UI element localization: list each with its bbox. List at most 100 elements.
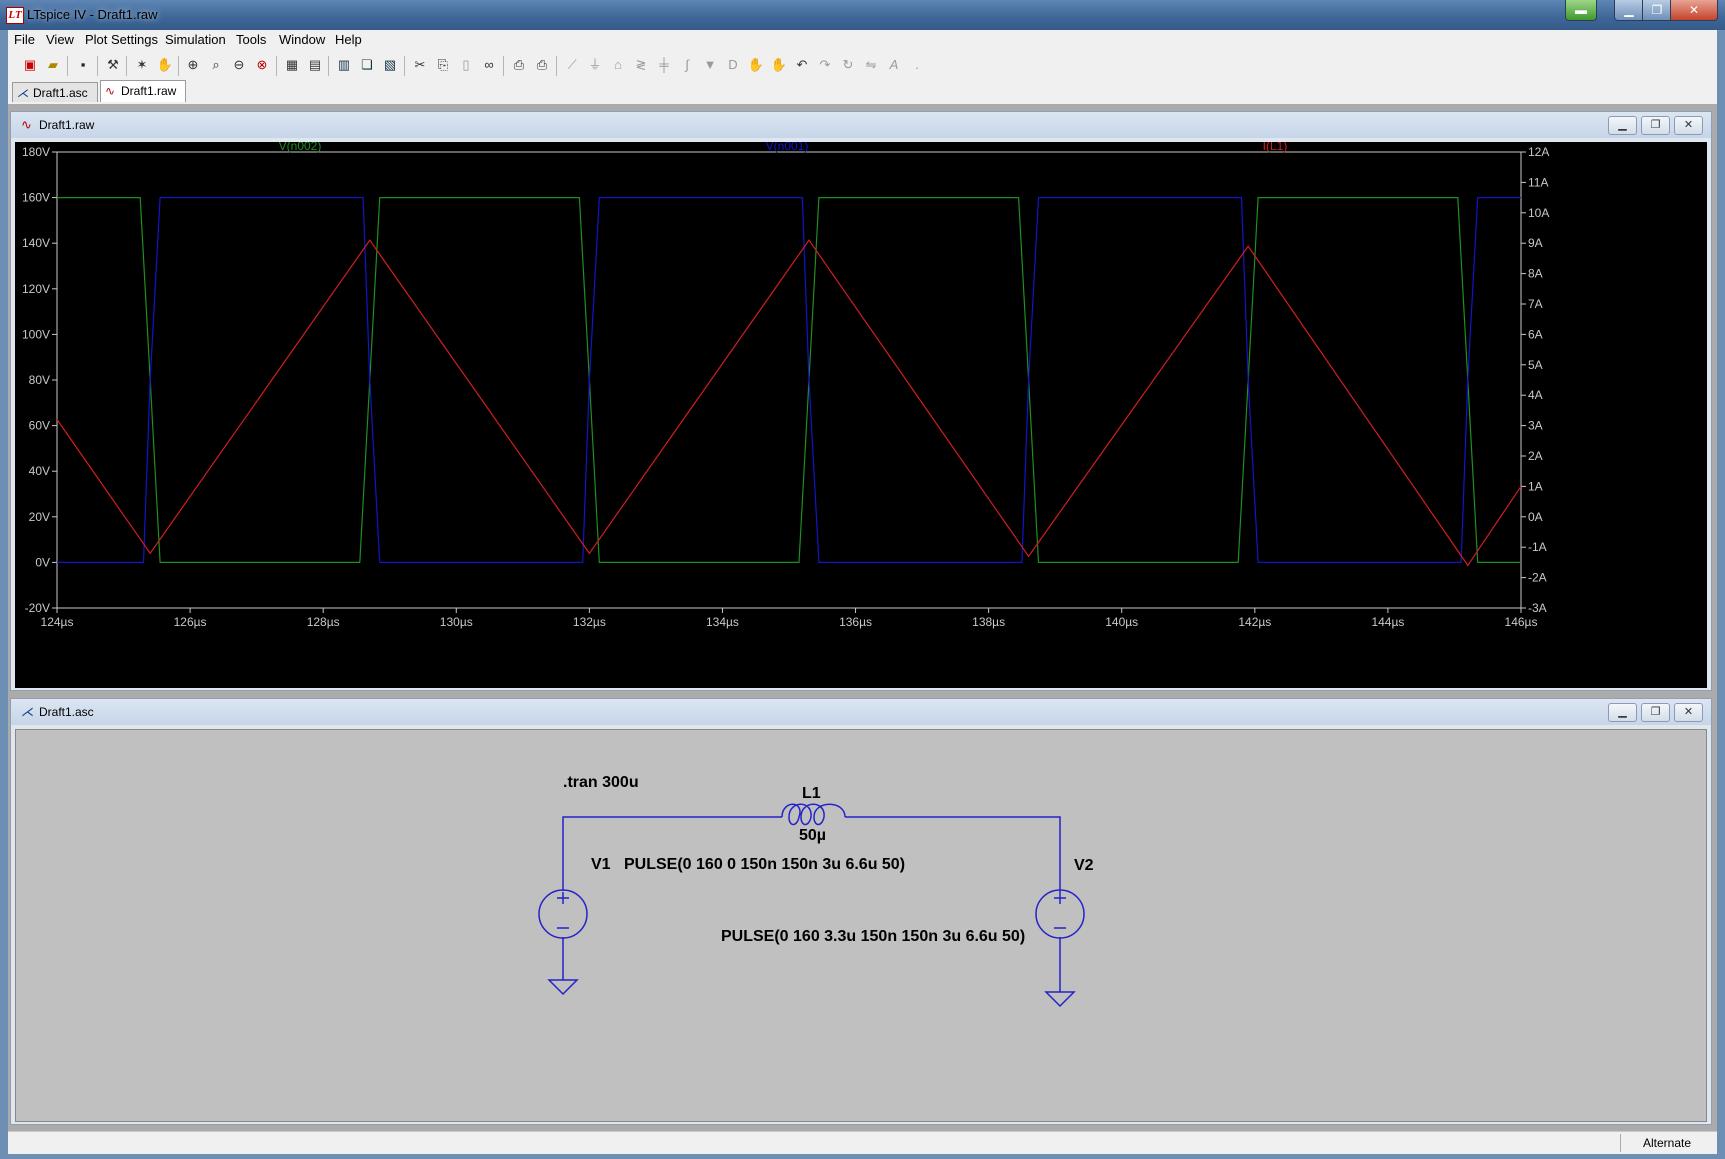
maximize-button[interactable]: ❐ [1642,0,1672,21]
minimize-icon: ▬ [1575,3,1587,17]
schematic-canvas[interactable]: .tran 300u L1 50µ V1 PULSE(0 160 0 150n … [15,729,1707,1122]
new-schematic-icon[interactable]: ▣ [21,56,39,74]
schematic-window: ⋌ Draft1.asc ▁ ❐ ✕ .tran 300u L1 50µ V1 … [10,698,1712,1125]
menu-window[interactable]: Window [279,31,325,49]
inductor-icon[interactable]: ∫ [678,56,696,74]
menu-plot-settings[interactable]: Plot Settings [85,31,158,49]
drag-icon[interactable]: ✋ [770,56,788,74]
x-tick-label: 140µs [1105,615,1138,629]
y-left-tick-label: 80V [29,373,50,387]
grid-icon[interactable]: ▤ [306,56,324,74]
y-left-tick-label: -20V [25,601,50,615]
autorange-icon[interactable]: ▦ [283,56,301,74]
schematic-drawing: .tran 300u L1 50µ V1 PULSE(0 160 0 150n … [538,774,1094,1008]
cut-icon[interactable]: ✂ [411,56,429,74]
menu-simulation[interactable]: Simulation [165,31,226,49]
minimize-button[interactable]: ▁ [1614,0,1644,21]
v1-value-label: PULSE(0 160 0 150n 150n 3u 6.6u 50) [624,856,905,873]
mirror-icon[interactable]: ⇋ [862,56,880,74]
child-restore-button[interactable]: ❐ [1641,116,1670,135]
redo-icon[interactable]: ↷ [816,56,834,74]
print-icon[interactable]: ⎙ [533,56,551,74]
y-right-tick-label: 11A [1528,175,1548,189]
tile-horizontal-icon[interactable]: ▥ [335,56,353,74]
run-icon[interactable]: ✶ [133,56,151,74]
zoom-area-icon[interactable]: ⌕ [207,56,225,74]
cascade-icon[interactable]: ❏ [358,56,376,74]
child-close-button[interactable]: ✕ [1674,703,1703,722]
x-tick-label: 134µs [706,615,739,629]
waveform-window-titlebar: ∿ Draft1.raw ▁ ❐ ✕ [11,112,1711,138]
menu-file[interactable]: File [14,31,35,49]
move-icon[interactable]: ✋ [747,56,765,74]
x-tick-label: 124µs [41,615,74,629]
child-minimize-button[interactable]: ▁ [1608,116,1637,135]
v2-ref-label: V2 [1074,857,1094,874]
title-bar: LT LTspice IV - Draft1.raw ▬ ▁ ❐ ✕ [0,0,1725,30]
waveform-window: ∿ Draft1.raw ▁ ❐ ✕ 124µs 126µs 128µs 130µs 1… [10,111,1712,691]
find-icon[interactable]: ∞ [480,56,498,74]
tab-draft1-asc[interactable]: ⋌ Draft1.asc [12,82,98,102]
waveform-plot-pane[interactable]: 124µs 126µs 128µs 130µs 132µs 134µs 136µs 138µs… [15,139,1707,688]
y-right-tick-label: -1A [1528,540,1547,554]
zoom-out-icon[interactable]: ⊖ [230,56,248,74]
y-left-tick-label: 140V [22,236,50,250]
document-tab-bar: ⋌ Draft1.asc ∿ Draft1.raw [8,80,1717,104]
waveform-icon: ∿ [105,84,116,98]
wire [562,816,782,854]
minimize-icon: ▁ [1624,3,1634,17]
capacitor-icon[interactable]: ╪ [655,56,673,74]
y-right-tick-label: 12A [1528,145,1549,159]
y-right-tick-label: 9A [1528,236,1543,250]
child-restore-button[interactable]: ❐ [1641,703,1670,722]
wire-icon[interactable]: ⟋ [563,56,581,74]
copy-icon[interactable]: ⎘ [434,56,452,74]
legend-entry: I(L1) [1263,142,1288,153]
y-left-tick-label: 180V [22,145,50,159]
y-right-tick-label: 2A [1528,449,1543,463]
menu-tools[interactable]: Tools [236,31,266,49]
inductor-value-label: 50µ [799,827,826,844]
ltspice-app-icon: LT [6,7,24,24]
series-line-vn001 [57,197,1521,563]
x-tick-label: 136µs [839,615,872,629]
close-icon: ✕ [1688,3,1700,17]
print-preview-icon[interactable]: ⎙ [510,56,528,74]
menu-help[interactable]: Help [335,31,362,49]
component-icon[interactable]: D [724,56,742,74]
child-close-button[interactable]: ✕ [1674,116,1703,135]
y-right-tick-label: 1A [1528,479,1543,493]
ground-icon[interactable]: ⏚ [586,56,604,74]
v2-value-label: PULSE(0 160 3.3u 150n 150n 3u 6.6u 50) [721,928,1025,945]
close-button[interactable]: ✕ [1670,0,1718,21]
paste-icon[interactable]: ▯ [457,56,475,74]
resistor-icon[interactable]: ≷ [632,56,650,74]
undo-icon[interactable]: ↶ [793,56,811,74]
save-icon[interactable]: ▪ [74,56,92,74]
halt-icon[interactable]: ✋ [156,56,174,74]
maximize-icon: ❐ [1651,3,1663,17]
minimize-to-tray-button[interactable]: ▬ [1565,0,1597,21]
menu-view[interactable]: View [46,31,74,49]
schematic-window-titlebar: ⋌ Draft1.asc ▁ ❐ ✕ [11,699,1711,725]
spice-directive-icon[interactable]: . [908,56,926,74]
y-left-tick-label: 100V [22,327,50,341]
label-icon[interactable]: ⌂ [609,56,627,74]
y-left-tick-label: 120V [22,282,50,296]
y-right-tick-label: 4A [1528,388,1543,402]
control-panel-icon[interactable]: ⚒ [104,56,122,74]
diode-icon[interactable]: ▼ [701,56,719,74]
zoom-full-icon[interactable]: ⊗ [253,56,271,74]
rotate-icon[interactable]: ↻ [839,56,857,74]
zoom-in-icon[interactable]: ⊕ [184,56,202,74]
tab-draft1-raw[interactable]: ∿ Draft1.raw [100,80,186,102]
child-minimize-button[interactable]: ▁ [1608,703,1637,722]
text-icon[interactable]: A [885,56,903,74]
y-left-tick-label: 0V [35,555,50,569]
y-right-tick-label: 7A [1528,297,1543,311]
open-icon[interactable]: ▰ [44,56,62,74]
tile-vertical-icon[interactable]: ▧ [381,56,399,74]
tran-directive[interactable]: .tran 300u [563,774,639,791]
y-right-tick-label: 5A [1528,358,1543,372]
wire [845,816,1061,892]
